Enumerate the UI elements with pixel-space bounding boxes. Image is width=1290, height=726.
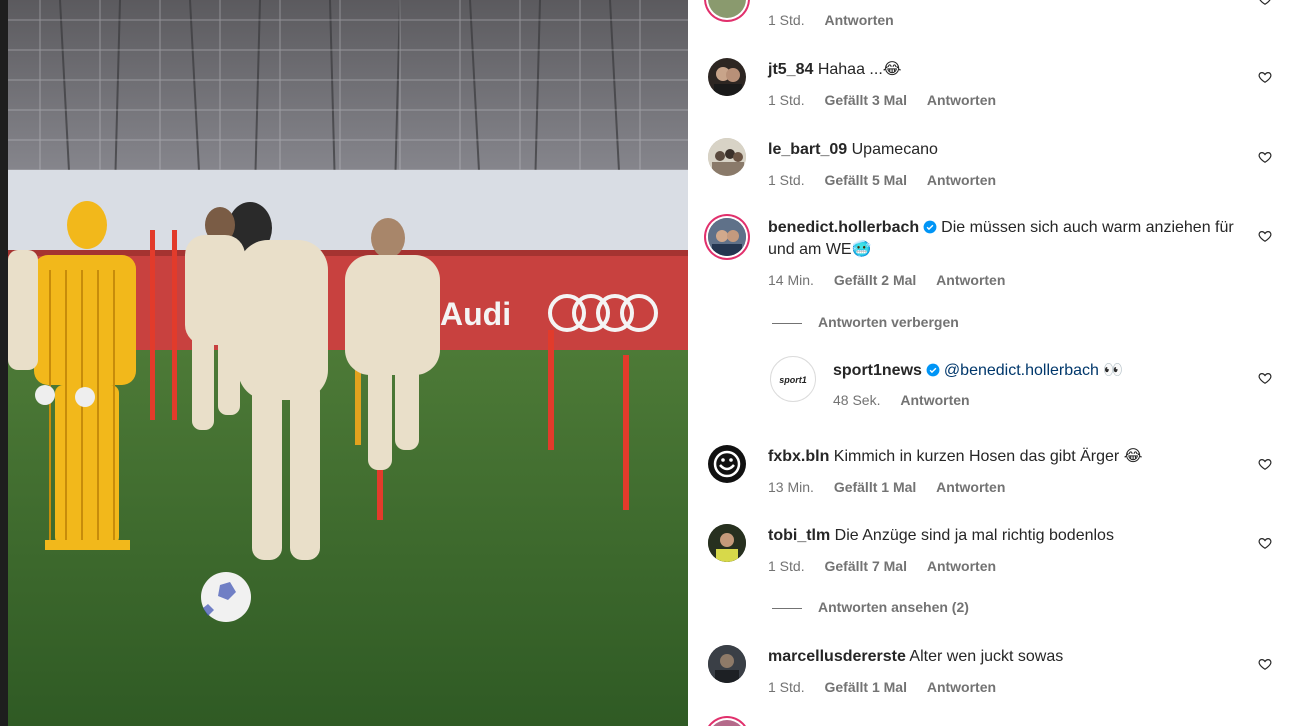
- avatar[interactable]: [708, 138, 746, 176]
- comment-username[interactable]: le_bart_09: [768, 141, 847, 158]
- comment-body: Kimmich in kurzen Hosen das gibt Ärger 😂: [833, 448, 1143, 465]
- reply-button[interactable]: Antworten: [824, 12, 893, 28]
- comment-text: tobi_tlm Die Anzüge sind ja mal richtig …: [768, 525, 1238, 547]
- comment-username[interactable]: fxbx.bln: [768, 448, 829, 465]
- heart-icon[interactable]: [1258, 70, 1272, 84]
- verified-badge-icon: [923, 220, 937, 234]
- post-video[interactable]: Audi: [0, 0, 688, 726]
- avatar[interactable]: [708, 218, 746, 256]
- verified-badge-icon: [926, 363, 940, 377]
- comment-text: benedict.hollerbach Die müssen sich auch …: [768, 217, 1238, 261]
- banner-text: Audi: [440, 296, 511, 332]
- reply-button[interactable]: Antworten: [936, 272, 1005, 288]
- comment-likes[interactable]: Gefällt 5 Mal: [824, 172, 906, 188]
- comment-username[interactable]: tobi_tlm: [768, 527, 830, 544]
- avatar[interactable]: [708, 524, 746, 562]
- reply-meta: 48 Sek. Antworten: [833, 392, 986, 408]
- comment-text: fxbx.bln Kimmich in kurzen Hosen das gib…: [768, 446, 1238, 468]
- heart-icon[interactable]: [1258, 0, 1272, 6]
- comment-text: jt5_84 Hahaa ...😂: [768, 59, 1238, 81]
- toggle-label: Antworten ansehen (2): [818, 599, 969, 615]
- reply-time: 48 Sek.: [833, 392, 881, 408]
- comment-likes[interactable]: Gefällt 2 Mal: [834, 272, 916, 288]
- heart-icon[interactable]: [1258, 150, 1272, 164]
- avatar[interactable]: [708, 720, 746, 726]
- reply-button[interactable]: Antworten: [927, 92, 996, 108]
- mention-link[interactable]: @benedict.hollerbach: [944, 362, 1099, 379]
- comment-time: 14 Min.: [768, 272, 814, 288]
- comment-meta: 13 Min. Gefällt 1 Mal Antworten: [768, 479, 1021, 495]
- comment-meta: 1 Std. Antworten: [768, 12, 910, 28]
- training-scene-image: Audi: [0, 0, 688, 726]
- heart-icon[interactable]: [1258, 657, 1272, 671]
- comment-time: 1 Std.: [768, 12, 805, 28]
- comment-meta: 1 Std. Gefällt 7 Mal Antworten: [768, 558, 1012, 574]
- toggle-label: Antworten verbergen: [818, 314, 959, 330]
- avatar[interactable]: [708, 0, 746, 18]
- divider: [772, 607, 802, 609]
- hide-replies-button[interactable]: Antworten verbergen: [772, 314, 959, 330]
- comment-time: 1 Std.: [768, 172, 805, 188]
- comment-likes[interactable]: Gefällt 1 Mal: [824, 679, 906, 695]
- comment-body: Alter wen juckt sowas: [909, 648, 1064, 665]
- comment-username[interactable]: marcellusdererste: [768, 648, 906, 665]
- comment-username[interactable]: jt5_84: [768, 61, 813, 78]
- heart-icon[interactable]: [1258, 536, 1272, 550]
- view-replies-button[interactable]: Antworten ansehen (2): [772, 599, 969, 615]
- comment-likes[interactable]: Gefällt 3 Mal: [824, 92, 906, 108]
- avatar[interactable]: [708, 58, 746, 96]
- comment-likes[interactable]: Gefällt 1 Mal: [834, 479, 916, 495]
- comment-meta: 14 Min. Gefällt 2 Mal Antworten: [768, 272, 1021, 288]
- heart-icon[interactable]: [1258, 457, 1272, 471]
- heart-icon[interactable]: [1258, 371, 1272, 385]
- divider: [772, 322, 802, 324]
- reply-button[interactable]: Antworten: [900, 392, 969, 408]
- comment-time: 1 Std.: [768, 92, 805, 108]
- comment-text: le_bart_09 Upamecano: [768, 139, 1238, 161]
- comment-text: marcellusdererste Alter wen juckt sowas: [768, 646, 1238, 668]
- comment-time: 13 Min.: [768, 479, 814, 495]
- reply-button[interactable]: Antworten: [936, 479, 1005, 495]
- avatar[interactable]: [708, 645, 746, 683]
- avatar[interactable]: sport1: [770, 356, 816, 402]
- comment-username[interactable]: benedict.hollerbach: [768, 219, 919, 236]
- comment-likes[interactable]: Gefällt 7 Mal: [824, 558, 906, 574]
- comment-body: Die Anzüge sind ja mal richtig bodenlos: [834, 527, 1114, 544]
- comment-body: Hahaa ...😂: [817, 61, 902, 78]
- comments-panel[interactable]: 1 Std. Antworten jt5_84 Hahaa ...😂 1 Std…: [688, 0, 1290, 726]
- comment-body: Upamecano: [851, 141, 938, 158]
- comment-meta: 1 Std. Gefällt 5 Mal Antworten: [768, 172, 1012, 188]
- reply-username[interactable]: sport1news: [833, 362, 922, 379]
- reply-button[interactable]: Antworten: [927, 558, 996, 574]
- reply-text: sport1news @benedict.hollerbach 👀: [833, 360, 1290, 382]
- comment-time: 1 Std.: [768, 679, 805, 695]
- reply-button[interactable]: Antworten: [927, 679, 996, 695]
- svg-text:sport1: sport1: [779, 375, 807, 385]
- comment-meta: 1 Std. Gefällt 3 Mal Antworten: [768, 92, 1012, 108]
- reply-button[interactable]: Antworten: [927, 172, 996, 188]
- comment-meta: 1 Std. Gefällt 1 Mal Antworten: [768, 679, 1012, 695]
- heart-icon[interactable]: [1258, 229, 1272, 243]
- avatar[interactable]: [708, 445, 746, 483]
- comment-time: 1 Std.: [768, 558, 805, 574]
- reply-body: 👀: [1103, 362, 1124, 379]
